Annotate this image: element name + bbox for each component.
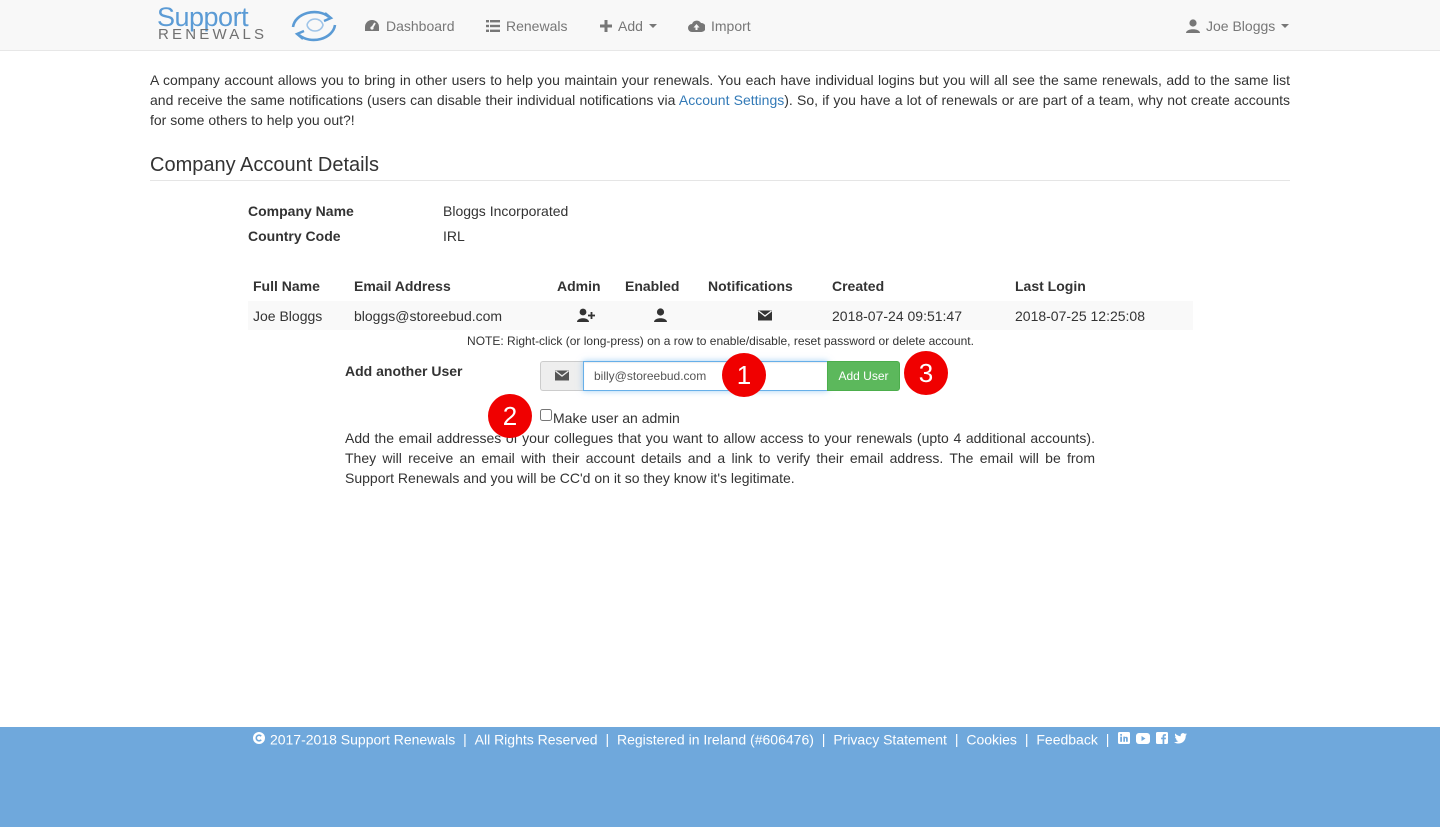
nav-import-label: Import [711, 17, 751, 34]
user-icon[interactable] [654, 308, 667, 325]
page-title: Company Account Details [150, 151, 1290, 181]
country-code-value: IRL [443, 228, 465, 244]
copyright-icon [253, 730, 266, 748]
twitter-icon[interactable] [1173, 730, 1187, 748]
annotation-badge-3: 3 [904, 351, 948, 395]
intro-paragraph: A company account allows you to bring in… [150, 70, 1290, 130]
nav-user-menu[interactable]: Joe Bloggs [1186, 0, 1290, 51]
user-icon [1186, 18, 1200, 33]
company-name-value: Bloggs Incorporated [443, 203, 569, 219]
email-addon [540, 361, 583, 391]
cloud-upload-icon [688, 19, 705, 32]
add-user-button[interactable]: Add User [827, 361, 900, 391]
linkedin-icon[interactable] [1118, 730, 1131, 748]
facebook-icon[interactable] [1156, 730, 1169, 748]
footer-line: 2017-2018 Support Renewals | All Rights … [0, 729, 1440, 748]
caret-down-icon [1281, 23, 1290, 28]
youtube-icon[interactable] [1136, 730, 1151, 748]
annotation-badge-1: 1 [722, 353, 766, 397]
add-user-label: Add another User [345, 363, 463, 379]
table-note: NOTE: Right-click (or long-press) on a r… [467, 334, 974, 348]
email-input[interactable] [583, 361, 828, 391]
make-admin-label[interactable]: Make user an admin [553, 410, 680, 426]
cell-email: bloggs@storeebud.com [354, 308, 503, 324]
nav-dashboard-label: Dashboard [386, 17, 455, 34]
column-header-email: Email Address [354, 278, 451, 294]
account-settings-link[interactable]: Account Settings [679, 92, 784, 108]
country-code-label: Country Code [248, 228, 341, 244]
cookies-link[interactable]: Cookies [966, 731, 1017, 747]
column-header-enabled: Enabled [625, 278, 680, 294]
logo-text-renewals: RENEWALS [158, 26, 268, 43]
column-header-notifications: Notifications [708, 278, 793, 294]
feedback-link[interactable]: Feedback [1036, 731, 1097, 747]
navbar: Support RENEWALS Dashboard Renewals Add [0, 0, 1440, 51]
column-header-last-login: Last Login [1015, 278, 1086, 294]
nav-import[interactable]: Import [688, 0, 751, 51]
list-icon [486, 19, 500, 32]
annotation-badge-2: 2 [488, 394, 532, 438]
column-header-full-name: Full Name [253, 278, 320, 294]
nav-add-dropdown[interactable]: Add [600, 0, 657, 51]
nav-user-name: Joe Bloggs [1206, 17, 1276, 34]
support-renewals-logo[interactable]: Support RENEWALS [157, 2, 341, 45]
column-header-created: Created [832, 278, 885, 294]
user-plus-icon[interactable] [577, 308, 595, 325]
nav-renewals[interactable]: Renewals [486, 0, 567, 51]
footer-copyright: 2017-2018 Support Renewals [269, 731, 456, 748]
footer-rights: All Rights Reserved [474, 731, 598, 748]
cell-full-name: Joe Bloggs [253, 308, 323, 324]
footer-registered: Registered in Ireland (#606476) [616, 731, 814, 748]
make-admin-checkbox[interactable] [540, 409, 552, 421]
dashboard-gauge-icon [364, 19, 380, 33]
column-header-admin: Admin [557, 278, 601, 294]
nav-add-label: Add [618, 17, 643, 34]
nav-renewals-label: Renewals [506, 17, 568, 34]
renewal-arrows-icon [291, 10, 337, 42]
footer: 2017-2018 Support Renewals | All Rights … [0, 727, 1440, 827]
envelope-icon[interactable] [758, 308, 772, 324]
cell-created: 2018-07-24 09:51:47 [832, 308, 962, 324]
envelope-icon [555, 368, 569, 384]
nav-dashboard[interactable]: Dashboard [364, 0, 455, 51]
privacy-statement-link[interactable]: Privacy Statement [833, 731, 947, 747]
cell-last-login: 2018-07-25 12:25:08 [1015, 308, 1145, 324]
plus-icon [600, 19, 612, 32]
add-user-help-text: Add the email addresses of your collegue… [345, 430, 1095, 486]
company-name-label: Company Name [248, 203, 354, 219]
caret-down-icon [648, 23, 657, 28]
